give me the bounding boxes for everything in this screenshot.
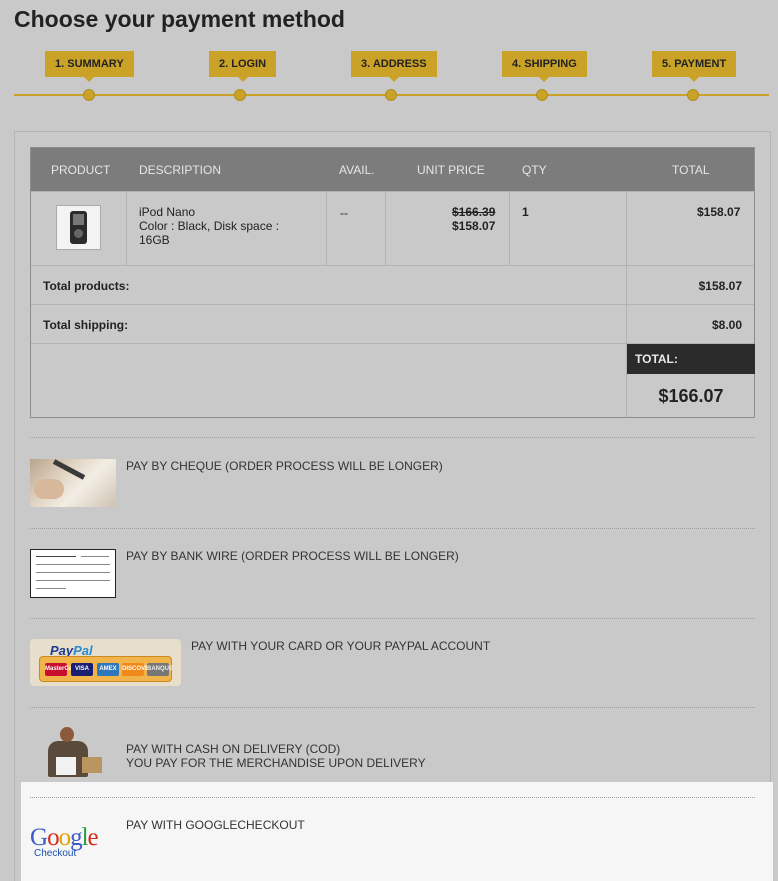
cart-table-header: PRODUCT DESCRIPTION AVAIL. UNIT PRICE QT… <box>31 148 754 191</box>
product-qty: 1 <box>522 205 529 219</box>
banque-icon: BANQUE <box>147 663 173 676</box>
table-row: iPod Nano Color : Black, Disk space : 16… <box>31 191 754 265</box>
step-dot-summary <box>83 89 95 101</box>
col-qty: QTY <box>522 163 547 177</box>
amex-icon: AMEX <box>97 663 119 676</box>
mastercard-icon: MasterCard <box>45 663 78 676</box>
grand-total-value: $166.07 <box>658 386 724 406</box>
product-attributes-cont: 16GB <box>139 233 170 247</box>
pay-by-bankwire-link[interactable]: PAY BY BANK WIRE (ORDER PROCESS WILL BE … <box>126 549 459 563</box>
visa-icon: VISA <box>71 663 93 676</box>
google-checkout-sublabel: Checkout <box>34 848 77 859</box>
col-total: TOTAL <box>672 163 710 177</box>
step-summary[interactable]: 1. SUMMARY <box>45 51 134 82</box>
col-unit-price: UNIT PRICE <box>417 163 485 177</box>
cod-delivery-image[interactable] <box>42 727 104 779</box>
pay-with-paypal-link[interactable]: PAY WITH YOUR CARD OR YOUR PAYPAL ACCOUN… <box>191 639 490 653</box>
step-dot-payment <box>687 89 699 101</box>
product-avail: -- <box>340 206 348 220</box>
step-shipping[interactable]: 4. SHIPPING <box>502 51 587 82</box>
total-products-label: Total products: <box>43 279 130 293</box>
col-avail: AVAIL. <box>339 163 375 177</box>
pay-with-googlecheckout-link[interactable]: PAY WITH GOOGLECHECKOUT <box>126 818 305 832</box>
product-name[interactable]: iPod Nano <box>139 205 279 219</box>
paypal-logo[interactable]: PayPal MasterCard VISA AMEX DISCOVER BAN… <box>30 639 181 686</box>
product-thumbnail[interactable] <box>56 205 101 250</box>
product-total: $158.07 <box>697 205 741 219</box>
page-title: Choose your payment method <box>14 6 345 32</box>
cart-summary-table: PRODUCT DESCRIPTION AVAIL. UNIT PRICE QT… <box>30 147 755 418</box>
step-payment[interactable]: 5. PAYMENT <box>652 51 737 82</box>
step-dot-shipping <box>536 89 548 101</box>
pay-cash-on-delivery-link[interactable]: PAY WITH CASH ON DELIVERY (COD) YOU PAY … <box>126 742 426 770</box>
grand-total-row: TOTAL: $166.07 <box>31 343 755 417</box>
total-products-row: Total products: $158.07 <box>31 265 754 304</box>
divider <box>30 707 755 708</box>
product-attributes: Color : Black, Disk space : <box>139 219 280 233</box>
ipod-image <box>70 211 87 244</box>
total-shipping-row: Total shipping: $8.00 <box>31 304 754 343</box>
unit-price: $158.07 <box>452 219 496 233</box>
step-dot-login <box>234 89 246 101</box>
old-price: $166.39 <box>452 205 496 219</box>
cheque-image[interactable] <box>30 459 116 507</box>
divider <box>30 528 755 529</box>
step-login[interactable]: 2. LOGIN <box>209 51 277 82</box>
divider <box>30 797 755 798</box>
step-dot-address <box>385 89 397 101</box>
discover-icon: DISCOVER <box>122 663 153 676</box>
col-product: PRODUCT <box>51 163 111 177</box>
divider <box>30 437 755 438</box>
divider <box>30 618 755 619</box>
total-shipping-label: Total shipping: <box>43 318 129 332</box>
bankwire-image[interactable] <box>30 549 116 598</box>
pay-by-cheque-link[interactable]: PAY BY CHEQUE (ORDER PROCESS WILL BE LON… <box>126 459 443 473</box>
step-address[interactable]: 3. ADDRESS <box>351 51 437 82</box>
grand-total-label: TOTAL: <box>627 344 755 374</box>
col-description: DESCRIPTION <box>139 163 222 177</box>
total-shipping-value: $8.00 <box>711 318 742 332</box>
total-products-value: $158.07 <box>698 279 742 293</box>
